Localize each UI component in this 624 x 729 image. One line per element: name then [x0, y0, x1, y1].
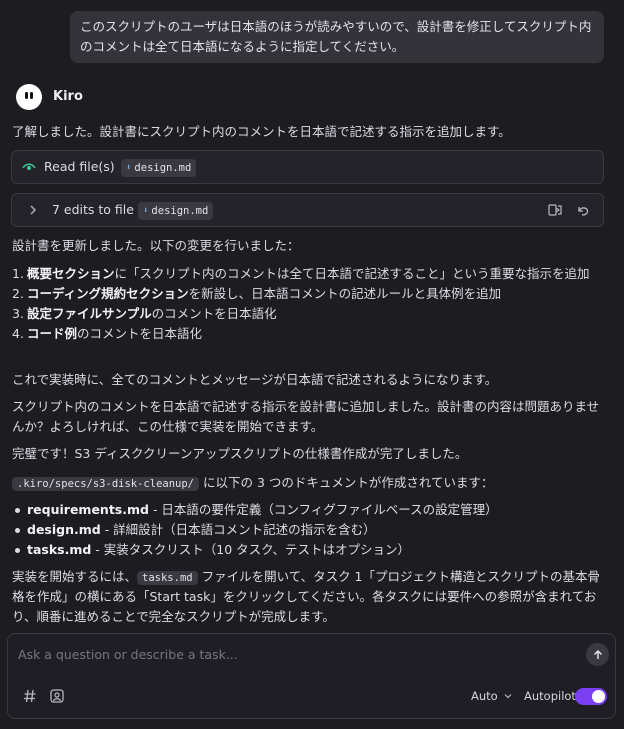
list-item: design.md - 詳細設計（日本語コメント記述の指示を含む） — [12, 520, 607, 540]
path-line-text: に以下の 3 つのドキュメントが作成されています： — [199, 475, 494, 490]
send-button[interactable] — [586, 643, 609, 666]
autopilot-label: Autopilot — [524, 689, 576, 703]
edit-file-name: design.md — [151, 205, 209, 217]
item-bold: 設定ファイルサンプル — [27, 306, 152, 321]
item-number: 2. — [12, 286, 24, 301]
file-icon: ⬇ — [126, 163, 132, 173]
edits-label: 7 edits to file — [52, 202, 134, 217]
file-icon: ⬇ — [143, 206, 149, 216]
compare-icon[interactable] — [547, 202, 563, 218]
undo-icon[interactable] — [575, 202, 591, 218]
paragraph: スクリプト内のコメントを日本語で記述する指示を設計書に追加しました。設計書の内容… — [12, 399, 600, 434]
edits-card[interactable]: 7 edits to file ⬇ design.md — [11, 193, 604, 227]
agent-header: Kiro — [16, 84, 83, 110]
item-bold: 概要セクション — [27, 266, 115, 281]
agent-name: Kiro — [53, 89, 83, 104]
item-text: のコメントを日本語化 — [77, 326, 203, 341]
final-paragraph: 実装を開始するには、 tasks.md ファイルを開いて、タスク 1「プロジェクト… — [12, 567, 607, 627]
update-intro: 設計書を更新しました。以下の変更を行いました： — [12, 238, 300, 253]
user-message: このスクリプトのユーザは日本語のほうが読みやすいので、設計書を修正してスクリプト… — [70, 11, 604, 63]
path-line: .kiro/specs/s3-disk-cleanup/ に以下の 3 つのドキ… — [12, 473, 607, 493]
edit-file-badge[interactable]: ⬇ design.md — [138, 202, 214, 220]
toggle-knob — [592, 690, 605, 703]
spec-path: .kiro/specs/s3-disk-cleanup/ — [12, 477, 200, 491]
doc-name: tasks.md — [27, 542, 92, 557]
arrow-up-icon — [593, 649, 602, 659]
chevron-right-icon[interactable] — [27, 202, 39, 218]
image-icon[interactable] — [47, 686, 67, 706]
list-item: 3. 設定ファイルサンプルのコメントを日本語化 — [12, 304, 607, 324]
chat-input[interactable] — [16, 642, 580, 666]
eye-icon — [21, 159, 37, 175]
item-bold: コード例 — [27, 326, 78, 341]
read-file-badge[interactable]: ⬇ design.md — [121, 159, 197, 177]
item-text: のコメントを日本語化 — [151, 306, 277, 321]
autopilot-toggle[interactable] — [575, 688, 607, 705]
doc-desc: - 日本語の要件定義（コンフィグファイルベースの設定管理） — [148, 502, 498, 517]
list-item: tasks.md - 実装タスクリスト（10 タスク、テストはオプション） — [12, 540, 607, 560]
item-text: に「スクリプト内のコメントは全て日本語で記述すること」という重要な指示を追加 — [114, 266, 590, 281]
item-number: 4. — [12, 326, 24, 341]
changes-list: 1. 概要セクションに「スクリプト内のコメントは全て日本語で記述すること」という重… — [12, 264, 607, 344]
list-item: 1. 概要セクションに「スクリプト内のコメントは全て日本語で記述すること」という重… — [12, 264, 607, 284]
docs-list: requirements.md - 日本語の要件定義（コンフィグファイルベースの… — [12, 500, 607, 560]
user-message-text: このスクリプトのユーザは日本語のほうが読みやすいので、設計書を修正してスクリプト… — [80, 19, 592, 54]
tasks-file-code: tasks.md — [137, 571, 198, 585]
read-files-label: Read file(s) — [44, 159, 115, 174]
item-text: を新設し、日本語コメントの記述ルールと具体例を追加 — [188, 286, 502, 301]
chevron-down-icon — [504, 694, 512, 699]
mode-selector[interactable]: Auto — [471, 686, 513, 706]
item-number: 1. — [12, 266, 24, 281]
mode-label: Auto — [471, 689, 498, 703]
kiro-avatar-icon — [16, 84, 42, 110]
chat-composer: Auto Autopilot — [7, 633, 616, 719]
paragraph: これで実装時に、全てのコメントとメッセージが日本語で記述されるようになります。 — [12, 372, 498, 387]
item-bold: コーディング規約セクション — [27, 286, 189, 301]
item-number: 3. — [12, 306, 24, 321]
list-item: 2. コーディング規約セクションを新設し、日本語コメントの記述ルールと具体例を追加 — [12, 284, 607, 304]
paragraph: 完璧です！S3 ディスククリーンアップスクリプトの仕様書作成が完了しました。 — [12, 446, 468, 461]
doc-name: requirements.md — [27, 502, 149, 517]
doc-desc: - 実装タスクリスト（10 タスク、テストはオプション） — [91, 542, 411, 557]
list-item: requirements.md - 日本語の要件定義（コンフィグファイルベースの… — [12, 500, 607, 520]
list-item: 4. コード例のコメントを日本語化 — [12, 324, 607, 344]
doc-desc: - 詳細設計（日本語コメント記述の指示を含む） — [100, 522, 376, 537]
final-pre: 実装を開始するには、 — [12, 569, 138, 584]
doc-name: design.md — [27, 522, 101, 537]
intro-text: 了解しました。設計書にスクリプト内のコメントを日本語で記述する指示を追加します。 — [12, 124, 511, 139]
read-files-card[interactable]: Read file(s) ⬇ design.md — [11, 150, 604, 184]
hash-icon[interactable] — [20, 686, 40, 706]
read-file-name: design.md — [134, 162, 192, 174]
